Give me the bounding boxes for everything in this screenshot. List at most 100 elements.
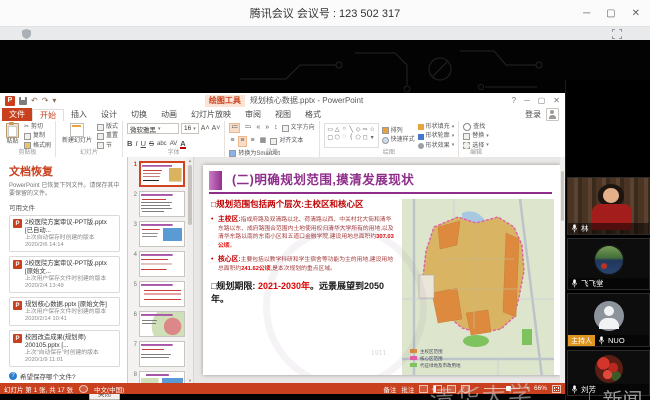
scrollbar-thumb[interactable] — [188, 165, 192, 225]
fit-slide-icon[interactable] — [552, 385, 561, 393]
scroll-up-icon[interactable]: ▲ — [188, 158, 192, 162]
text-direction-button[interactable]: 文字方向 — [282, 124, 315, 132]
notes-button[interactable]: 备注 — [383, 384, 396, 394]
slideshow-view-icon[interactable] — [461, 385, 470, 393]
tab-animations[interactable]: 动画 — [154, 108, 184, 121]
zoom-out-button[interactable]: − — [475, 385, 479, 392]
close-icon[interactable]: ✕ — [632, 8, 640, 19]
tab-home[interactable]: 开始 — [32, 109, 64, 121]
ppt-maximize-icon[interactable]: ▢ — [538, 96, 546, 105]
tab-transitions[interactable]: 切换 — [124, 108, 154, 121]
powerpoint-logo-icon[interactable]: P — [5, 96, 15, 106]
shapes-gallery[interactable]: ▭△○╲◇⇨☆ ▢⬡◌{⬠◻▾ — [324, 123, 379, 148]
thumb-preview — [139, 221, 185, 247]
justify-button[interactable]: ▦ — [259, 137, 268, 145]
line-spacing-button[interactable]: ↕ — [273, 124, 279, 132]
slide-thumbnail-4[interactable]: 4 — [131, 251, 191, 277]
slide-thumbnail-8[interactable]: 8 — [131, 371, 191, 383]
recovered-file-item[interactable]: P 2校医院方案审议-PPT版.pptx [已自动... 上次自动保存时创建的版… — [9, 215, 120, 252]
tab-file[interactable]: 文件 — [2, 108, 32, 121]
scroll-down-icon[interactable]: ▼ — [188, 378, 192, 382]
slide-thumbnail-3[interactable]: 3 — [131, 221, 191, 247]
align-right-button[interactable]: ≡ — [250, 137, 256, 145]
maximize-icon[interactable]: ▢ — [606, 8, 615, 19]
fullscreen-icon[interactable] — [612, 29, 622, 39]
sign-in-link[interactable]: 登录 — [525, 109, 541, 120]
ppt-help-icon[interactable]: ? — [512, 96, 516, 105]
reset-button[interactable]: 重置 — [97, 132, 118, 140]
font-size-combobox[interactable]: 16▾ — [181, 123, 199, 134]
new-slide-button[interactable]: 新建幻灯片 — [60, 123, 94, 148]
title-accent-square — [209, 171, 222, 190]
ppt-minimize-icon[interactable]: ─ — [524, 96, 530, 105]
increase-indent-button[interactable]: » — [264, 124, 270, 132]
paste-button[interactable]: 粘贴 — [4, 123, 21, 148]
arrange-button[interactable]: 排列 — [382, 127, 415, 135]
svg-text:核心区范围: 核心区范围 — [420, 355, 443, 362]
accessibility-icon[interactable] — [79, 385, 88, 393]
find-button[interactable]: 查找 — [463, 123, 489, 131]
tab-slideshow[interactable]: 幻灯片放映 — [184, 108, 238, 121]
replace-button[interactable]: 替换▾ — [463, 132, 489, 140]
language-indicator[interactable]: 中文(中国) — [94, 384, 124, 394]
slide-thumbnail-7[interactable]: 7 — [131, 341, 191, 367]
font-name-combobox[interactable]: 微软雅黑▾ — [127, 123, 179, 134]
slide-canvas[interactable]: 1911 (二)明确规划范围,摸清发展现状 □规划范围包括两个层次:主校区和核心… — [203, 165, 560, 375]
thumbnail-scrollbar[interactable]: ▲ ▼ — [187, 157, 193, 383]
undo-icon[interactable]: ↶ — [31, 97, 38, 105]
shape-diamond-icon: ◇ — [356, 126, 361, 133]
host-badge: 主持人 — [568, 335, 595, 346]
quick-styles-button[interactable]: 快速样式 — [382, 136, 415, 144]
save-icon[interactable] — [19, 97, 27, 105]
shape-fill-button[interactable]: 形状填充▾ — [418, 123, 455, 131]
zoom-slider[interactable] — [484, 388, 520, 389]
font-group: 微软雅黑▾ 16▾ A˄ A˅ B I U S abc AV A 字体 — [123, 121, 225, 157]
cut-button[interactable]: ✂剪切 — [24, 123, 51, 131]
reading-view-icon[interactable] — [447, 385, 456, 393]
layout-button[interactable]: 版式 — [97, 123, 118, 131]
powerpoint-window: P ↶ ↷ ▾ 绘图工具 规划核心数据.pptx - PowerPoint ? … — [0, 93, 565, 394]
align-center-button[interactable]: ≡ — [238, 136, 246, 146]
slide-thumbnail-2[interactable]: 2 — [131, 191, 191, 217]
tab-format[interactable]: 格式 — [298, 108, 328, 121]
normal-view-icon[interactable] — [419, 385, 428, 393]
recovered-file-item[interactable]: P 2校医院方案审议-PPT版.pptx [原始文... 上次用户保存文件时创建… — [9, 256, 120, 293]
character-spacing-button[interactable]: AV — [170, 141, 178, 147]
copy-button[interactable]: 复制 — [24, 132, 51, 140]
change-case-button[interactable]: abc — [157, 141, 167, 147]
redo-icon[interactable]: ↷ — [42, 97, 49, 105]
zoom-in-button[interactable]: + — [525, 385, 529, 392]
decrease-indent-button[interactable]: « — [255, 124, 261, 132]
slide-content: □规划范围包括两个层次:主校区和核心区 • 主校区:指成府路及双清路以北、荷清路… — [211, 199, 554, 375]
shrink-font-button[interactable]: A˅ — [212, 125, 221, 132]
align-left-button[interactable]: ≡ — [229, 137, 235, 145]
minimize-icon[interactable]: ─ — [583, 8, 590, 19]
grow-font-button[interactable]: A˄ — [201, 125, 210, 132]
tab-design[interactable]: 设计 — [94, 108, 124, 121]
tab-insert[interactable]: 插入 — [64, 108, 94, 121]
participant-tile-feifeitang[interactable]: 飞飞堂 — [567, 238, 650, 290]
recovered-file-item[interactable]: P 规划核心数据.pptx [原始文件] 上次用户保存文件时创建的版本 2020… — [9, 297, 120, 326]
slide-thumbnail-6[interactable]: 6 — [131, 311, 191, 337]
comments-button[interactable]: 批注 — [401, 384, 414, 394]
tab-review[interactable]: 审阅 — [238, 108, 268, 121]
slide-thumbnail-1[interactable]: 1 — [131, 161, 191, 187]
participant-tile-nuo[interactable]: 主持人 NUO — [567, 293, 650, 347]
ribbon-right-area: 登录 — [525, 108, 565, 121]
shape-oval-icon: ◌ — [342, 134, 346, 140]
participant-tile-liufang[interactable]: 刘芳 — [567, 350, 650, 396]
align-text-button[interactable]: 对齐文本 — [270, 137, 303, 145]
slide-thumbnail-5[interactable]: 5 — [131, 281, 191, 307]
shape-outline-button[interactable]: 形状轮廓▾ — [418, 132, 455, 140]
participant-tile-lin[interactable]: 林 — [567, 177, 650, 235]
slide-sorter-view-icon[interactable] — [433, 385, 442, 393]
numbering-button[interactable]: ≕ — [243, 124, 252, 132]
recovered-file-item[interactable]: P 校园改造成果(规划师) 200105.pptx [... 上次"自动保存"时… — [9, 330, 120, 367]
tab-view[interactable]: 视图 — [268, 108, 298, 121]
zoom-level[interactable]: 66% — [534, 385, 547, 392]
shape-callout-icon: ◻ — [363, 134, 368, 141]
account-avatar-icon[interactable] — [546, 108, 559, 121]
ppt-close-icon[interactable]: ✕ — [553, 96, 560, 105]
qat-customize-icon[interactable]: ▾ — [52, 97, 56, 105]
bullets-button[interactable]: ≔ — [229, 123, 240, 133]
